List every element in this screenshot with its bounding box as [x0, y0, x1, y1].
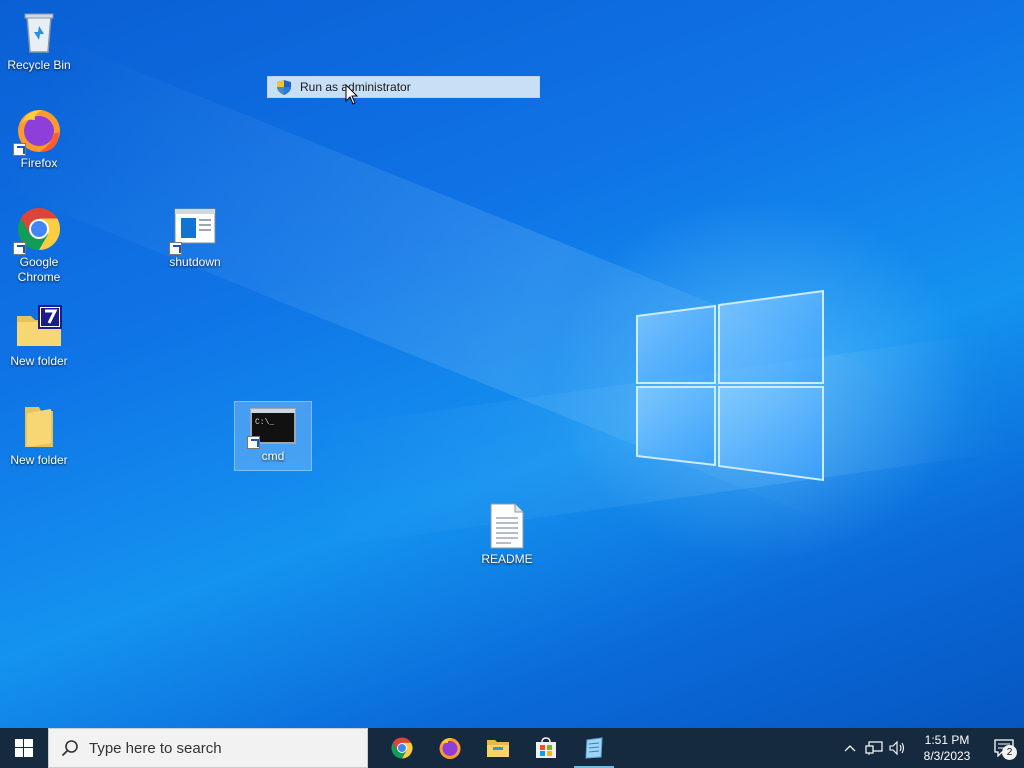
icon-label: Google Chrome: [17, 255, 61, 284]
volume-icon: [889, 740, 905, 756]
system-tray: 1:51 PM 8/3/2023 2: [838, 728, 1024, 768]
store-icon: [536, 737, 556, 758]
taskbar-app-notepad[interactable]: [570, 728, 618, 768]
notification-count-badge: 2: [1002, 745, 1017, 760]
search-icon: [61, 740, 78, 757]
search-box[interactable]: Type here to search: [48, 728, 368, 768]
shutdown-icon: [169, 205, 219, 255]
firefox-icon: [439, 738, 461, 759]
chrome-icon: [13, 205, 63, 255]
desktop-icon-shutdown[interactable]: shutdown: [157, 205, 233, 270]
cmd-icon: C:\_: [247, 407, 297, 455]
desktop-icon-chrome[interactable]: Google Chrome: [1, 205, 77, 285]
icon-label: New folder: [10, 453, 68, 467]
clock[interactable]: 1:51 PM 8/3/2023: [914, 732, 980, 764]
icon-label: README: [481, 552, 533, 566]
context-menu: Run as administrator: [267, 76, 540, 98]
search-placeholder: Type here to search: [89, 739, 222, 757]
action-center-button[interactable]: 2: [984, 728, 1024, 768]
recycle-bin-icon: [15, 8, 63, 56]
icon-label: Recycle Bin: [7, 58, 71, 72]
shortcut-arrow-icon: [169, 242, 182, 255]
windows-start-icon: [15, 739, 33, 757]
icon-label: Firefox: [20, 156, 58, 170]
svg-text:C:\_: C:\_: [255, 418, 274, 427]
uac-shield-icon: [277, 79, 291, 95]
notepad-icon: [585, 737, 603, 759]
shortcut-arrow-icon: [13, 242, 26, 255]
start-button[interactable]: [0, 728, 48, 768]
desktop-icon-recycle-bin[interactable]: Recycle Bin: [1, 8, 77, 73]
taskbar-app-firefox[interactable]: [426, 728, 474, 768]
context-menu-item-run-as-admin[interactable]: Run as administrator: [268, 77, 539, 97]
icon-label: shutdown: [169, 255, 221, 269]
shortcut-arrow-icon: [13, 143, 26, 156]
desktop-icon-firefox[interactable]: Firefox: [1, 106, 77, 171]
windows-logo-wallpaper: [636, 289, 824, 482]
desktop-icon-new-folder-7zip[interactable]: New folder: [1, 304, 77, 369]
icon-label: New folder: [10, 354, 68, 368]
file-explorer-icon: [487, 740, 509, 757]
show-hidden-icons-button[interactable]: [838, 728, 862, 768]
network-icon: [865, 741, 883, 755]
taskbar: Type here to search 1:51 PM 8/3/2023 2: [0, 728, 1024, 768]
folder-7zip-icon: [15, 304, 63, 352]
network-button[interactable]: [862, 728, 886, 768]
firefox-icon: [13, 106, 63, 156]
clock-time: 1:51 PM: [924, 733, 970, 747]
desktop-icon-new-folder[interactable]: New folder: [1, 403, 77, 468]
taskbar-app-chrome[interactable]: [378, 728, 426, 768]
desktop[interactable]: Recycle Bin Firefox Google Chrome New fo…: [0, 0, 1024, 728]
clock-date: 8/3/2023: [923, 749, 971, 763]
desktop-icon-cmd[interactable]: C:\_ cmd: [234, 401, 312, 471]
folder-icon: [15, 403, 63, 451]
volume-button[interactable]: [886, 728, 910, 768]
shortcut-arrow-icon: [247, 436, 260, 449]
taskbar-app-file-explorer[interactable]: [474, 728, 522, 768]
chrome-icon: [391, 737, 413, 759]
taskbar-app-store[interactable]: [522, 728, 570, 768]
desktop-icon-readme[interactable]: README: [469, 502, 545, 567]
mouse-cursor-icon: [345, 84, 359, 105]
chevron-up-icon: [844, 745, 856, 752]
text-file-icon: [483, 502, 531, 550]
